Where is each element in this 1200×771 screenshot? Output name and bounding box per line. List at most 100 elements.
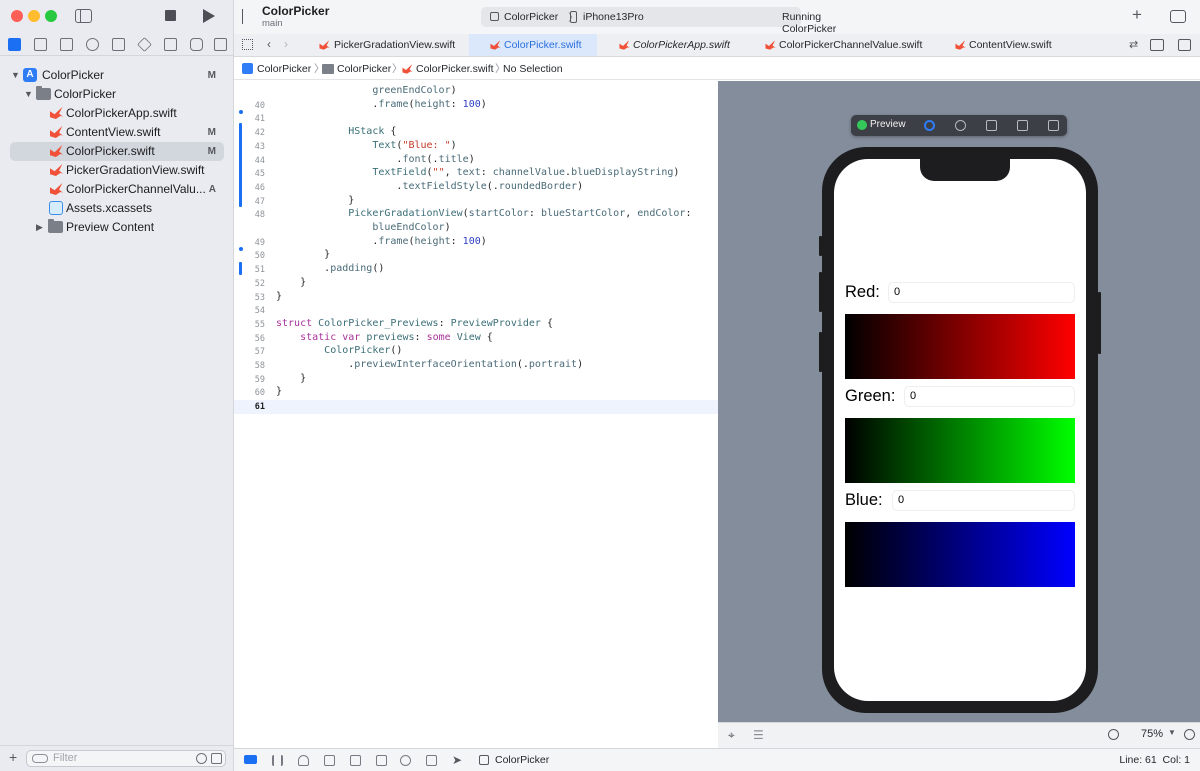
zoom-window-button[interactable] [45,10,57,22]
code-line[interactable]: 46 .textFieldStyle(.roundedBorder) [234,181,718,195]
scheme-selector[interactable]: ColorPicker 〉 iPhone13Pro Running ColorP… [481,7,843,59]
stop-icon[interactable] [165,10,176,21]
pause-icon[interactable] [272,755,283,766]
tab-pickergradationview[interactable]: PickerGradationView.swift [306,34,468,56]
chevron-down-icon[interactable]: ▼ [24,85,33,104]
add-file-icon[interactable]: + [9,749,17,765]
green-gradient[interactable] [845,418,1075,483]
tree-item-group-colorpicker[interactable]: ▼ ColorPicker [10,85,224,104]
pin-icon[interactable]: ⌖ [728,728,735,743]
tab-colorpickerapp[interactable]: ColorPickerApp.swift [598,34,750,56]
code-line[interactable]: 41 [234,112,718,126]
minimize-window-button[interactable] [28,10,40,22]
tree-item-project-colorpicker[interactable]: ▼ A ColorPicker M [10,66,224,85]
code-line[interactable]: blueEndColor) [234,222,718,236]
grid-icon[interactable] [242,39,253,50]
code-line[interactable]: 60} [234,386,718,400]
blue-gradient[interactable] [845,522,1075,587]
code-line[interactable]: 56 static var previews: some View { [234,332,718,346]
zoom-in-icon[interactable] [1184,729,1195,740]
code-line[interactable]: 49 .frame(height: 100) [234,236,718,250]
variants-icon[interactable] [986,120,997,131]
sidebar-toggle-icon[interactable] [75,9,92,23]
symbol-navigator-icon[interactable] [60,38,73,51]
destination-name[interactable]: iPhone13Pro [583,11,644,23]
tree-item-pickergradationview-swift[interactable]: PickerGradationView.swift [10,161,224,180]
chevron-down-icon[interactable]: ▼ [11,66,20,85]
step-over-icon[interactable] [298,755,309,766]
issue-navigator-warning-icon[interactable] [112,38,125,51]
code-line[interactable]: 43 Text("Blue: ") [234,140,718,154]
test-navigator-diamond-icon[interactable] [137,37,152,52]
tab-contentview[interactable]: ContentView.swift [937,34,1067,56]
duplicate-preview-icon[interactable] [1048,120,1059,131]
list-icon[interactable]: ☰ [753,728,764,742]
add-library-icon[interactable]: + [1132,5,1142,25]
source-control-icon[interactable] [34,38,47,51]
environment-overrides-icon[interactable] [426,755,437,766]
source-editor[interactable]: greenEndColor) 40 .frame(height: 100) 41 42… [234,81,718,748]
code-line[interactable]: 57 ColorPicker() [234,345,718,359]
debug-navigator-icon[interactable] [164,38,177,51]
run-icon[interactable] [203,9,215,23]
code-line[interactable]: 45 TextField("", text: channelValue.blue… [234,167,718,181]
breadcrumb-selection[interactable]: No Selection [503,58,563,80]
tree-item-colorpickerapp-swift[interactable]: ColorPickerApp.swift [10,104,224,123]
zoom-out-icon[interactable] [1108,729,1119,740]
report-navigator-icon[interactable] [214,38,227,51]
breadcrumb-group[interactable]: ColorPicker [337,58,391,80]
blue-value-field[interactable]: 0 [892,490,1075,511]
find-navigator-search-icon[interactable] [86,38,99,51]
code-line[interactable]: 48 PickerGradationView(startColor: blueS… [234,208,718,222]
live-preview-icon[interactable] [924,120,935,131]
split-editor-icon[interactable] [1178,39,1191,51]
source-control-filter-icon[interactable] [211,753,222,764]
code-line[interactable]: 47 } [234,195,718,209]
code-line[interactable]: 53} [234,291,718,305]
code-line[interactable]: greenEndColor) [234,85,718,99]
green-value-field[interactable]: 0 [904,386,1075,407]
step-into-icon[interactable] [324,755,335,766]
code-line[interactable]: 58 .previewInterfaceOrientation(.portrai… [234,359,718,373]
location-arrow-icon[interactable]: ➤ [452,749,462,771]
inspector-toggle-icon[interactable] [1170,10,1186,23]
tab-colorpickerchannelvalue[interactable]: ColorPickerChannelValue.swift [751,34,936,56]
code-line[interactable]: 42 HStack { [234,126,718,140]
project-navigator-folder-icon[interactable] [8,38,21,51]
code-line[interactable]: 59 } [234,373,718,387]
code-line[interactable]: 44 .font(.title) [234,154,718,168]
code-line[interactable]: 50 } [234,249,718,263]
tree-item-colorpicker-swift[interactable]: ColorPicker.swift M [10,142,224,161]
code-line[interactable]: 61 [234,400,718,414]
navigator-filter-input[interactable]: Filter [26,750,226,767]
tab-colorpicker[interactable]: ColorPicker.swift [469,34,597,56]
device-settings-icon[interactable] [1017,120,1028,131]
red-gradient[interactable] [845,314,1075,379]
code-line[interactable]: 51 .padding() [234,263,718,277]
red-value-field[interactable]: 0 [888,282,1075,303]
tree-item-preview-content[interactable]: ▶ Preview Content [10,218,224,237]
tree-item-colorpickerchannelvalue-swift[interactable]: ColorPickerChannelValu... A [10,180,224,199]
tree-item-contentview-swift[interactable]: ContentView.swift M [10,123,224,142]
step-out-icon[interactable] [350,755,361,766]
filter-options-icon[interactable] [32,754,48,763]
chevron-right-icon[interactable]: ▶ [36,218,43,237]
code-line[interactable]: 55 struct ColorPicker_Previews: PreviewPr… [234,318,718,332]
debug-area-toggle-icon[interactable] [244,755,257,764]
memory-graph-icon[interactable] [400,755,411,766]
recent-files-clock-icon[interactable] [196,753,207,764]
editor-options-icon[interactable] [1150,39,1164,51]
close-window-button[interactable] [11,10,23,22]
related-items-icon[interactable]: ⇄ [1129,38,1138,51]
tree-item-assets-xcassets[interactable]: Assets.xcassets [10,199,224,218]
breadcrumb-project[interactable]: ColorPicker [257,58,311,80]
code-line[interactable]: 54 [234,304,718,318]
code-line[interactable]: 40 .frame(height: 100) [234,99,718,113]
forward-arrow-icon[interactable]: › [284,37,288,51]
breakpoint-navigator-icon[interactable] [190,38,203,51]
chevron-down-icon[interactable]: ▼ [1168,728,1176,737]
zoom-level[interactable]: 75% [1141,728,1163,740]
back-arrow-icon[interactable]: ‹ [267,37,271,51]
breadcrumb-file[interactable]: ColorPicker.swift [416,58,494,80]
selectable-mode-icon[interactable] [955,120,966,131]
